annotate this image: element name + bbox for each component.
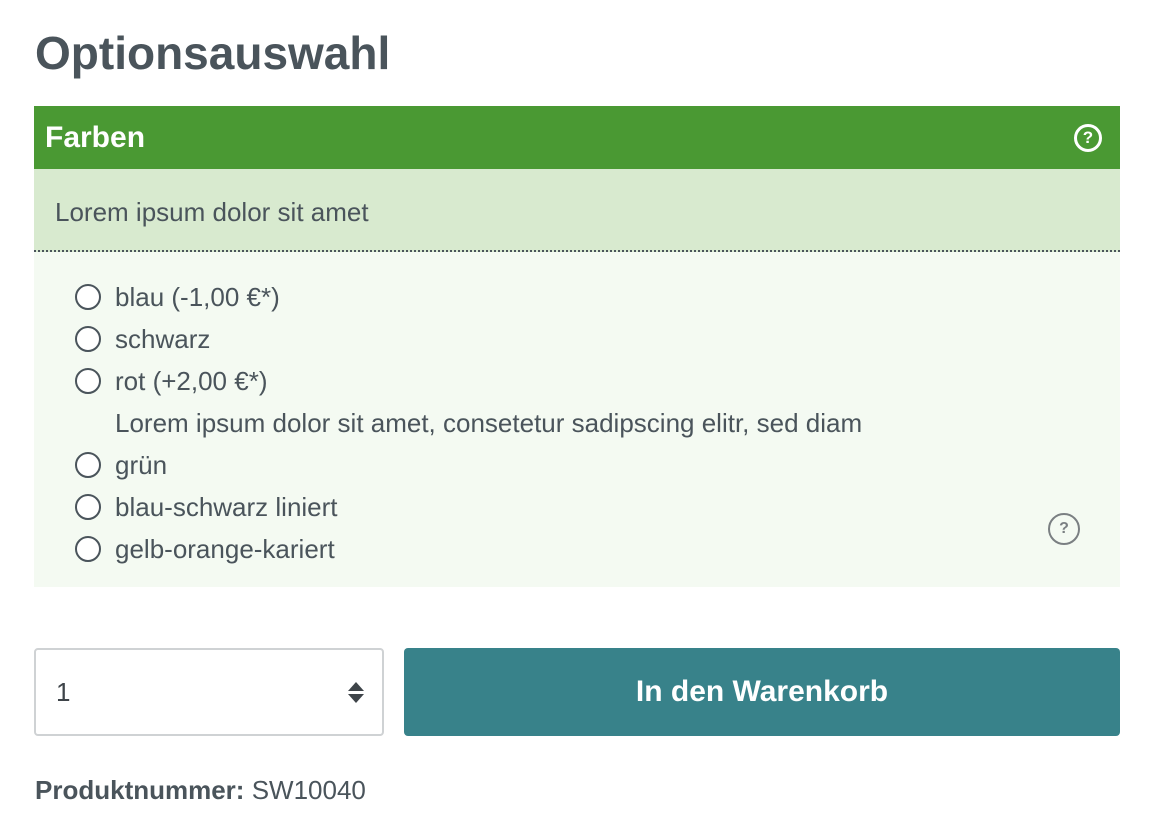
option-blau[interactable]: blau (-1,00 €*) (34, 276, 1120, 318)
radio-button[interactable] (75, 536, 101, 562)
product-number-label: Produktnummer: (35, 775, 245, 805)
option-gelb-orange-kariert[interactable]: gelb-orange-kariert (34, 528, 1120, 570)
page-title: Optionsauswahl (35, 27, 391, 79)
option-gruen[interactable]: grün (34, 444, 1120, 486)
option-group-description: Lorem ipsum dolor sit amet (34, 169, 1120, 252)
option-group-title: Farben (45, 120, 146, 154)
radio-button[interactable] (75, 452, 101, 478)
product-number-value: SW10040 (251, 775, 366, 805)
option-label: rot (+2,00 €*) (115, 365, 268, 396)
help-circle-icon[interactable]: ? (1074, 123, 1102, 152)
radio-button[interactable] (75, 368, 101, 394)
option-label: gelb-orange-kariert (115, 533, 335, 564)
option-list: blau (-1,00 €*) schwarz rot (+2,00 €*) L… (34, 252, 1120, 587)
option-blau-schwarz-liniert[interactable]: blau-schwarz liniert (34, 486, 1120, 528)
radio-button[interactable] (75, 326, 101, 352)
product-number: Produktnummer: SW10040 (35, 772, 366, 808)
select-arrows-icon (348, 681, 364, 703)
option-note: Lorem ipsum dolor sit amet, consetetur s… (115, 408, 863, 438)
option-label: schwarz (115, 323, 211, 354)
radio-button[interactable] (75, 494, 101, 520)
option-label: blau (-1,00 €*) (115, 281, 280, 312)
option-group-colors: Farben ? Lorem ipsum dolor sit amet blau… (34, 106, 1120, 587)
add-to-cart-button[interactable]: In den Warenkorb (404, 648, 1120, 736)
help-circle-icon[interactable]: ? (1048, 513, 1080, 545)
quantity-value: 1 (56, 676, 71, 707)
option-group-header: Farben ? (34, 106, 1120, 169)
option-schwarz[interactable]: schwarz (34, 318, 1120, 360)
option-rot[interactable]: rot (+2,00 €*) (34, 360, 1120, 402)
option-label: blau-schwarz liniert (115, 491, 338, 522)
radio-button[interactable] (75, 284, 101, 310)
option-label: grün (115, 449, 168, 480)
quantity-select[interactable]: 1 (34, 648, 384, 736)
